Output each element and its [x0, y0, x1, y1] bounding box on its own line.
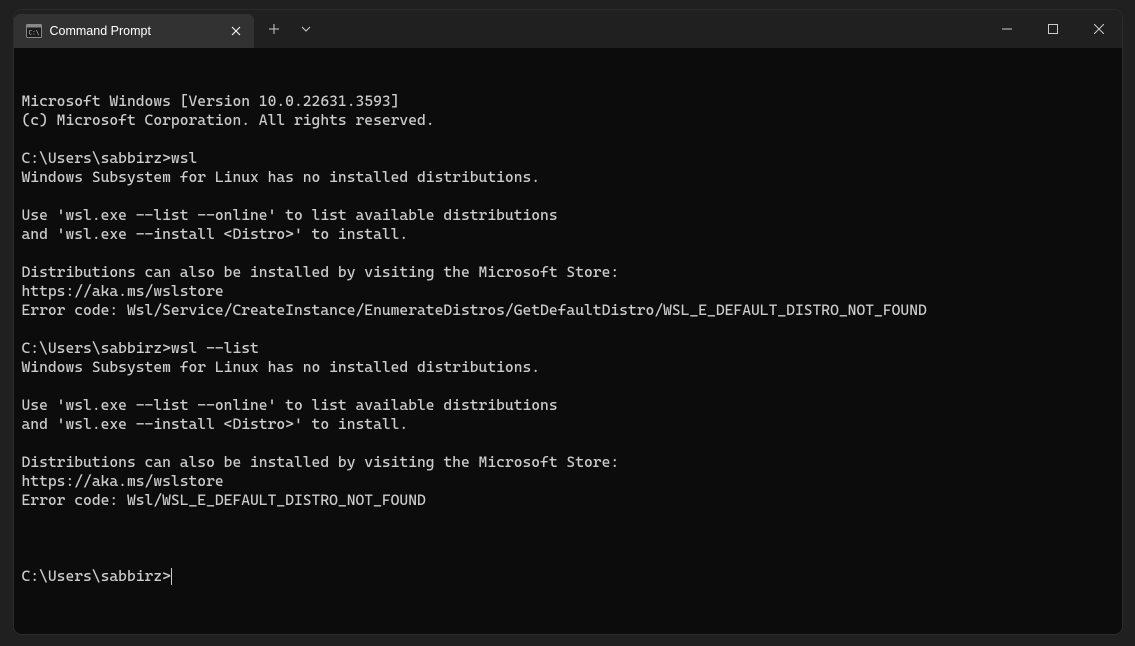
cmd-icon: C:\	[26, 23, 42, 39]
terminal-line: https://aka.ms/wslstore	[22, 472, 1114, 491]
current-prompt: C:\Users\sabbirz>	[22, 567, 171, 586]
terminal-line: Use 'wsl.exe --list --online' to list av…	[22, 206, 1114, 225]
terminal-line: Error code: Wsl/Service/CreateInstance/E…	[22, 301, 1114, 320]
terminal-line: https://aka.ms/wslstore	[22, 282, 1114, 301]
tab-close-button[interactable]	[228, 23, 244, 39]
terminal-line: Windows Subsystem for Linux has no insta…	[22, 168, 1114, 187]
maximize-button[interactable]	[1030, 10, 1076, 48]
tab-actions	[254, 10, 322, 48]
new-tab-button[interactable]	[258, 13, 290, 45]
terminal-line	[22, 377, 1114, 396]
terminal-line: and 'wsl.exe --install <Distro>' to inst…	[22, 415, 1114, 434]
terminal-line	[22, 130, 1114, 149]
titlebar[interactable]: C:\ Command Prompt	[14, 10, 1122, 48]
terminal-line	[22, 320, 1114, 339]
terminal-output[interactable]: Microsoft Windows [Version 10.0.22631.35…	[14, 48, 1122, 634]
terminal-line	[22, 510, 1114, 529]
minimize-button[interactable]	[984, 10, 1030, 48]
terminal-line: Error code: Wsl/WSL_E_DEFAULT_DISTRO_NOT…	[22, 491, 1114, 510]
terminal-line: and 'wsl.exe --install <Distro>' to inst…	[22, 225, 1114, 244]
titlebar-drag-region[interactable]	[322, 10, 984, 48]
terminal-line: Distributions can also be installed by v…	[22, 263, 1114, 282]
terminal-line	[22, 187, 1114, 206]
terminal-line: Windows Subsystem for Linux has no insta…	[22, 358, 1114, 377]
cursor	[171, 568, 172, 585]
terminal-line: Microsoft Windows [Version 10.0.22631.35…	[22, 92, 1114, 111]
terminal-line	[22, 434, 1114, 453]
svg-text:C:\: C:\	[28, 30, 39, 37]
terminal-line	[22, 244, 1114, 263]
terminal-line: Distributions can also be installed by v…	[22, 453, 1114, 472]
close-button[interactable]	[1076, 10, 1122, 48]
tab-dropdown-button[interactable]	[290, 13, 322, 45]
terminal-line: (c) Microsoft Corporation. All rights re…	[22, 111, 1114, 130]
window-controls	[984, 10, 1122, 48]
terminal-window: C:\ Command Prompt	[14, 10, 1122, 634]
terminal-line: Use 'wsl.exe --list --online' to list av…	[22, 396, 1114, 415]
tab-title: Command Prompt	[50, 24, 220, 38]
terminal-line: C:\Users\sabbirz>wsl --list	[22, 339, 1114, 358]
tab-command-prompt[interactable]: C:\ Command Prompt	[14, 14, 254, 48]
terminal-line: C:\Users\sabbirz>wsl	[22, 149, 1114, 168]
